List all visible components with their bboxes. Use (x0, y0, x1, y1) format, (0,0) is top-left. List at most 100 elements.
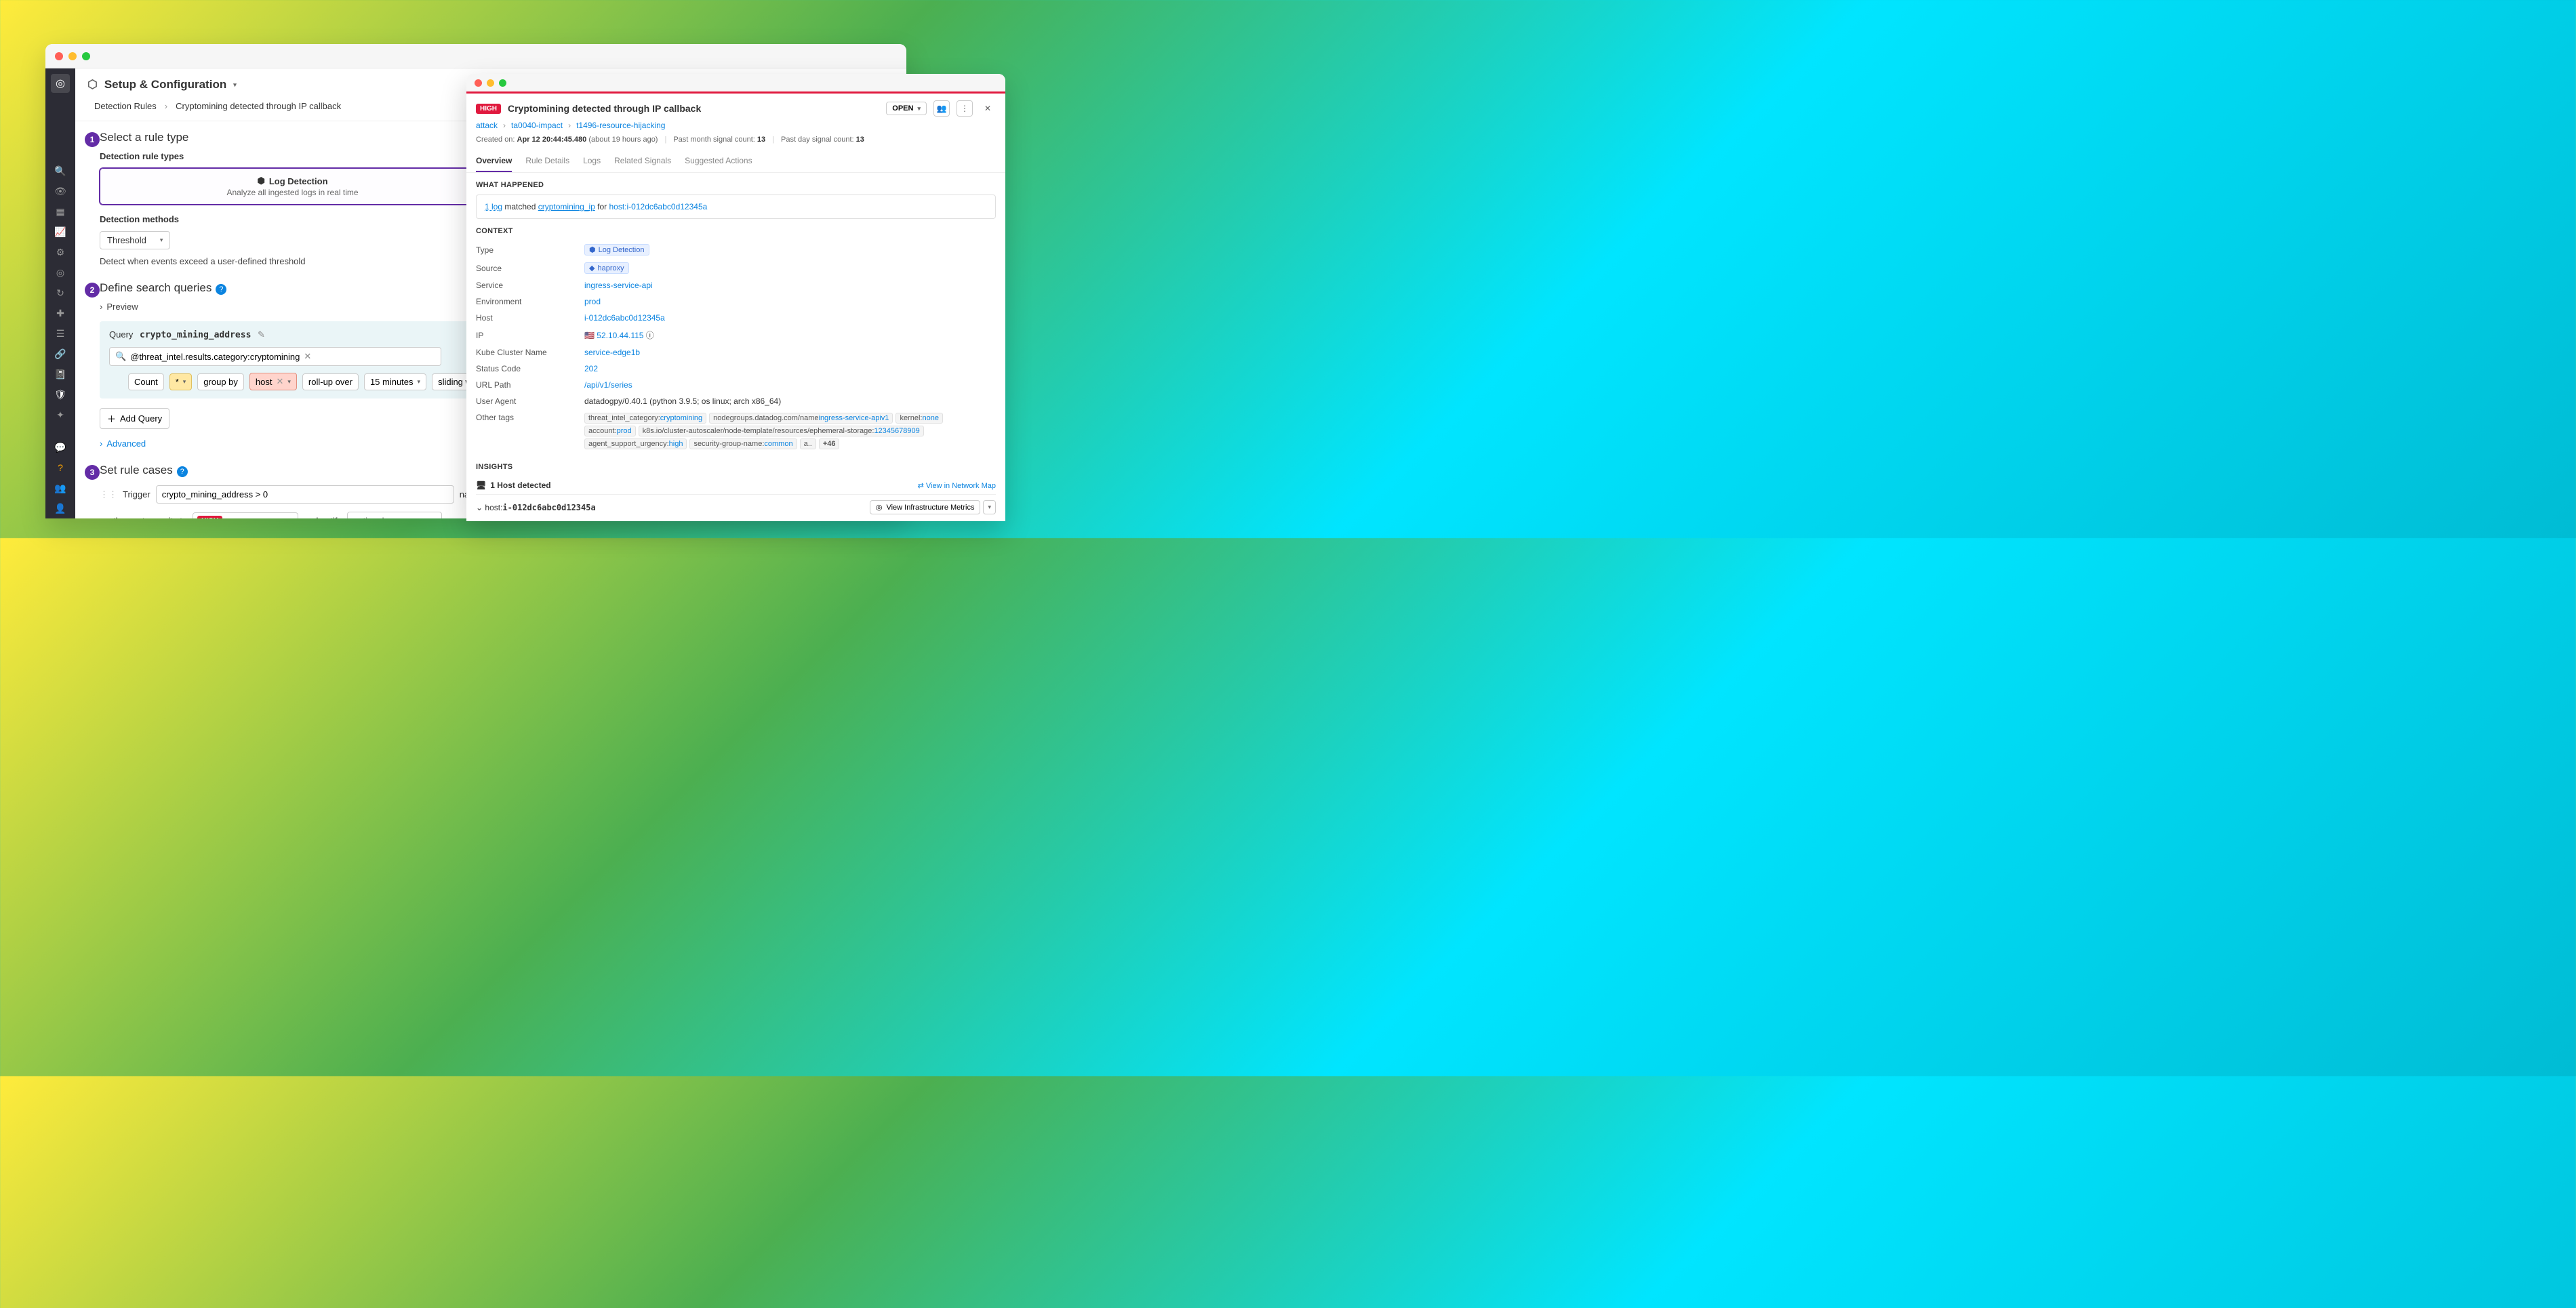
logs-icon[interactable]: ☰ (45, 323, 75, 344)
min-dot[interactable] (487, 79, 494, 87)
ctx-service-val[interactable]: ingress-service-api (584, 281, 653, 290)
infra-dropdown[interactable]: ▾ (983, 500, 996, 514)
binoculars-icon[interactable]: 👁 (45, 181, 75, 201)
assignee-icon[interactable]: 👥 (933, 100, 950, 117)
apm-icon[interactable]: ◎ (45, 262, 75, 283)
chevron-down-icon[interactable]: ▾ (233, 81, 237, 89)
groupby-value[interactable]: host✕▾ (249, 373, 297, 390)
add-query-button[interactable]: ＋Add Query (100, 408, 169, 429)
chevron-right-icon: › (100, 302, 102, 312)
integrations-icon[interactable]: ✚ (45, 303, 75, 323)
left-nav: ◎ 🔍 👁 ▦ 📈 ⚙ ◎ ↻ ✚ ☰ 🔗 📓 🛡 ✦ 💬 ? 👥 👤 (45, 68, 75, 518)
what-happened-box: 1 log matched cryptomining_ip for host:i… (476, 195, 996, 219)
tab-suggested[interactable]: Suggested Actions (685, 150, 752, 172)
hosts-detected: 🖥1 Host detected (476, 481, 551, 490)
signal-meta: Created on: Apr 12 20:44:45.480 (about 1… (466, 131, 1005, 148)
log-count-link[interactable]: 1 log (485, 202, 502, 211)
ctx-host-val[interactable]: i-012dc6abc0d12345a (584, 313, 665, 323)
tab-overview[interactable]: Overview (476, 150, 512, 172)
max-dot[interactable] (499, 79, 506, 87)
ctx-ip-val[interactable]: 🇺🇸 52.10.44.115 ⓘ (584, 329, 654, 341)
agg-select[interactable]: Count (128, 373, 164, 390)
tab-logs[interactable]: Logs (583, 150, 601, 172)
view-network-map-link[interactable]: ⇄ View in Network Map (918, 481, 996, 490)
tag-chip[interactable]: k8s.io/cluster-autoscaler/node-template/… (639, 426, 924, 436)
ci-icon[interactable]: ↻ (45, 283, 75, 303)
help-icon[interactable]: ? (216, 284, 226, 295)
crumb-tactic[interactable]: ta0040-impact (511, 121, 563, 130)
notify-input[interactable] (347, 512, 442, 518)
close-dot[interactable] (475, 79, 482, 87)
ctx-env-val[interactable]: prod (584, 297, 601, 306)
tag-chip[interactable]: security-group-name:common (689, 438, 797, 449)
search-icon[interactable]: 🔍 (45, 161, 75, 181)
search-icon: 🔍 (115, 351, 126, 362)
logo-icon[interactable]: ◎ (51, 74, 70, 93)
tags-more[interactable]: +46 (819, 438, 840, 449)
help-icon[interactable]: ? (45, 457, 75, 478)
view-infra-metrics-button[interactable]: ◎View Infrastructure Metrics (870, 500, 981, 514)
dashboard-icon[interactable]: ▦ (45, 201, 75, 222)
tag-chip[interactable]: nodegroups.datadog.com/nameingress-servi… (709, 413, 893, 424)
settings-icon[interactable]: ✦ (45, 405, 75, 425)
severity-select[interactable]: HIGH ▾ (193, 512, 298, 518)
chevron-right-icon: › (100, 438, 102, 449)
min-dot[interactable] (68, 52, 77, 60)
what-happened-label: WHAT HAPPENED (476, 181, 996, 189)
metrics-icon[interactable]: 📈 (45, 222, 75, 242)
agg-field[interactable]: *▾ (169, 373, 193, 390)
security-icon[interactable]: 🛡 (45, 384, 75, 405)
card-log-detection[interactable]: ⬢Log Detection Analyze all ingested logs… (100, 168, 485, 205)
detection-method-select[interactable]: Threshold ▾ (100, 231, 170, 249)
signal-title: Cryptomining detected through IP callbac… (508, 103, 879, 114)
notebook-icon[interactable]: 📓 (45, 364, 75, 384)
log-detection-chip[interactable]: ⬢ Log Detection (584, 244, 649, 256)
tab-related[interactable]: Related Signals (614, 150, 671, 172)
max-dot[interactable] (82, 52, 90, 60)
rollup-select[interactable]: 15 minutes▾ (364, 373, 426, 390)
drag-handle-icon[interactable]: ⋮⋮ (100, 489, 117, 500)
chevron-down-icon: ⌄ (476, 503, 483, 512)
team-icon[interactable]: 👥 (45, 478, 75, 498)
link-icon[interactable]: 🔗 (45, 344, 75, 364)
tag-chip[interactable]: agent_support_urgency:high (584, 438, 687, 449)
avatar-icon[interactable]: 👤 (45, 498, 75, 518)
help-icon[interactable]: ? (177, 466, 188, 477)
ctx-kube-val[interactable]: service-edge1b (584, 348, 640, 357)
ctx-status-val[interactable]: 202 (584, 364, 598, 373)
groupby-label: group by (197, 373, 244, 390)
tab-rule-details[interactable]: Rule Details (525, 150, 569, 172)
source-chip[interactable]: ◆ haproxy (584, 262, 629, 274)
preview-label: Preview (106, 302, 138, 312)
tag-chip[interactable]: account:prod (584, 426, 636, 436)
close-icon[interactable]: ✕ (980, 100, 996, 117)
query-name: crypto_mining_address (140, 330, 251, 340)
clear-icon[interactable]: ✕ (304, 351, 311, 362)
search-input[interactable]: 🔍 @threat_intel.results.category:cryptom… (109, 347, 441, 366)
tag-chip[interactable]: kernel:none (895, 413, 943, 424)
notify-label: and notify (304, 516, 342, 518)
chat-icon[interactable]: 💬 (45, 437, 75, 457)
crumb-attack[interactable]: attack (476, 121, 498, 130)
kebab-icon[interactable]: ⋮ (957, 100, 973, 117)
tag-chip[interactable]: threat_intel_category:cryptomining (584, 413, 706, 424)
matched-term[interactable]: cryptomining_ip (538, 202, 595, 211)
breadcrumb-root[interactable]: Detection Rules (94, 101, 157, 111)
crumb-technique[interactable]: t1496-resource-hijacking (576, 121, 665, 130)
step-1-badge: 1 (85, 132, 100, 147)
chevron-down-icon: ▾ (290, 517, 294, 518)
host-disclose[interactable]: ⌄ host:i-012dc6abc0d12345a (476, 503, 596, 512)
ctx-source-key: Source (476, 264, 584, 273)
close-dot[interactable] (55, 52, 63, 60)
infra-icon[interactable]: ⚙ (45, 242, 75, 262)
ctx-url-val[interactable]: /api/v1/series (584, 380, 632, 390)
rollup-label: roll-up over (302, 373, 359, 390)
status-select[interactable]: OPEN▾ (886, 102, 927, 115)
tag-chip[interactable]: a.. (800, 438, 816, 449)
ctx-type-key: Type (476, 245, 584, 255)
target-icon: ◎ (876, 503, 883, 512)
host-icon: 🖥 (476, 481, 486, 490)
gear-icon: ⬡ (87, 78, 98, 91)
edit-icon[interactable]: ✎ (258, 329, 265, 340)
trigger-input[interactable] (156, 485, 454, 504)
